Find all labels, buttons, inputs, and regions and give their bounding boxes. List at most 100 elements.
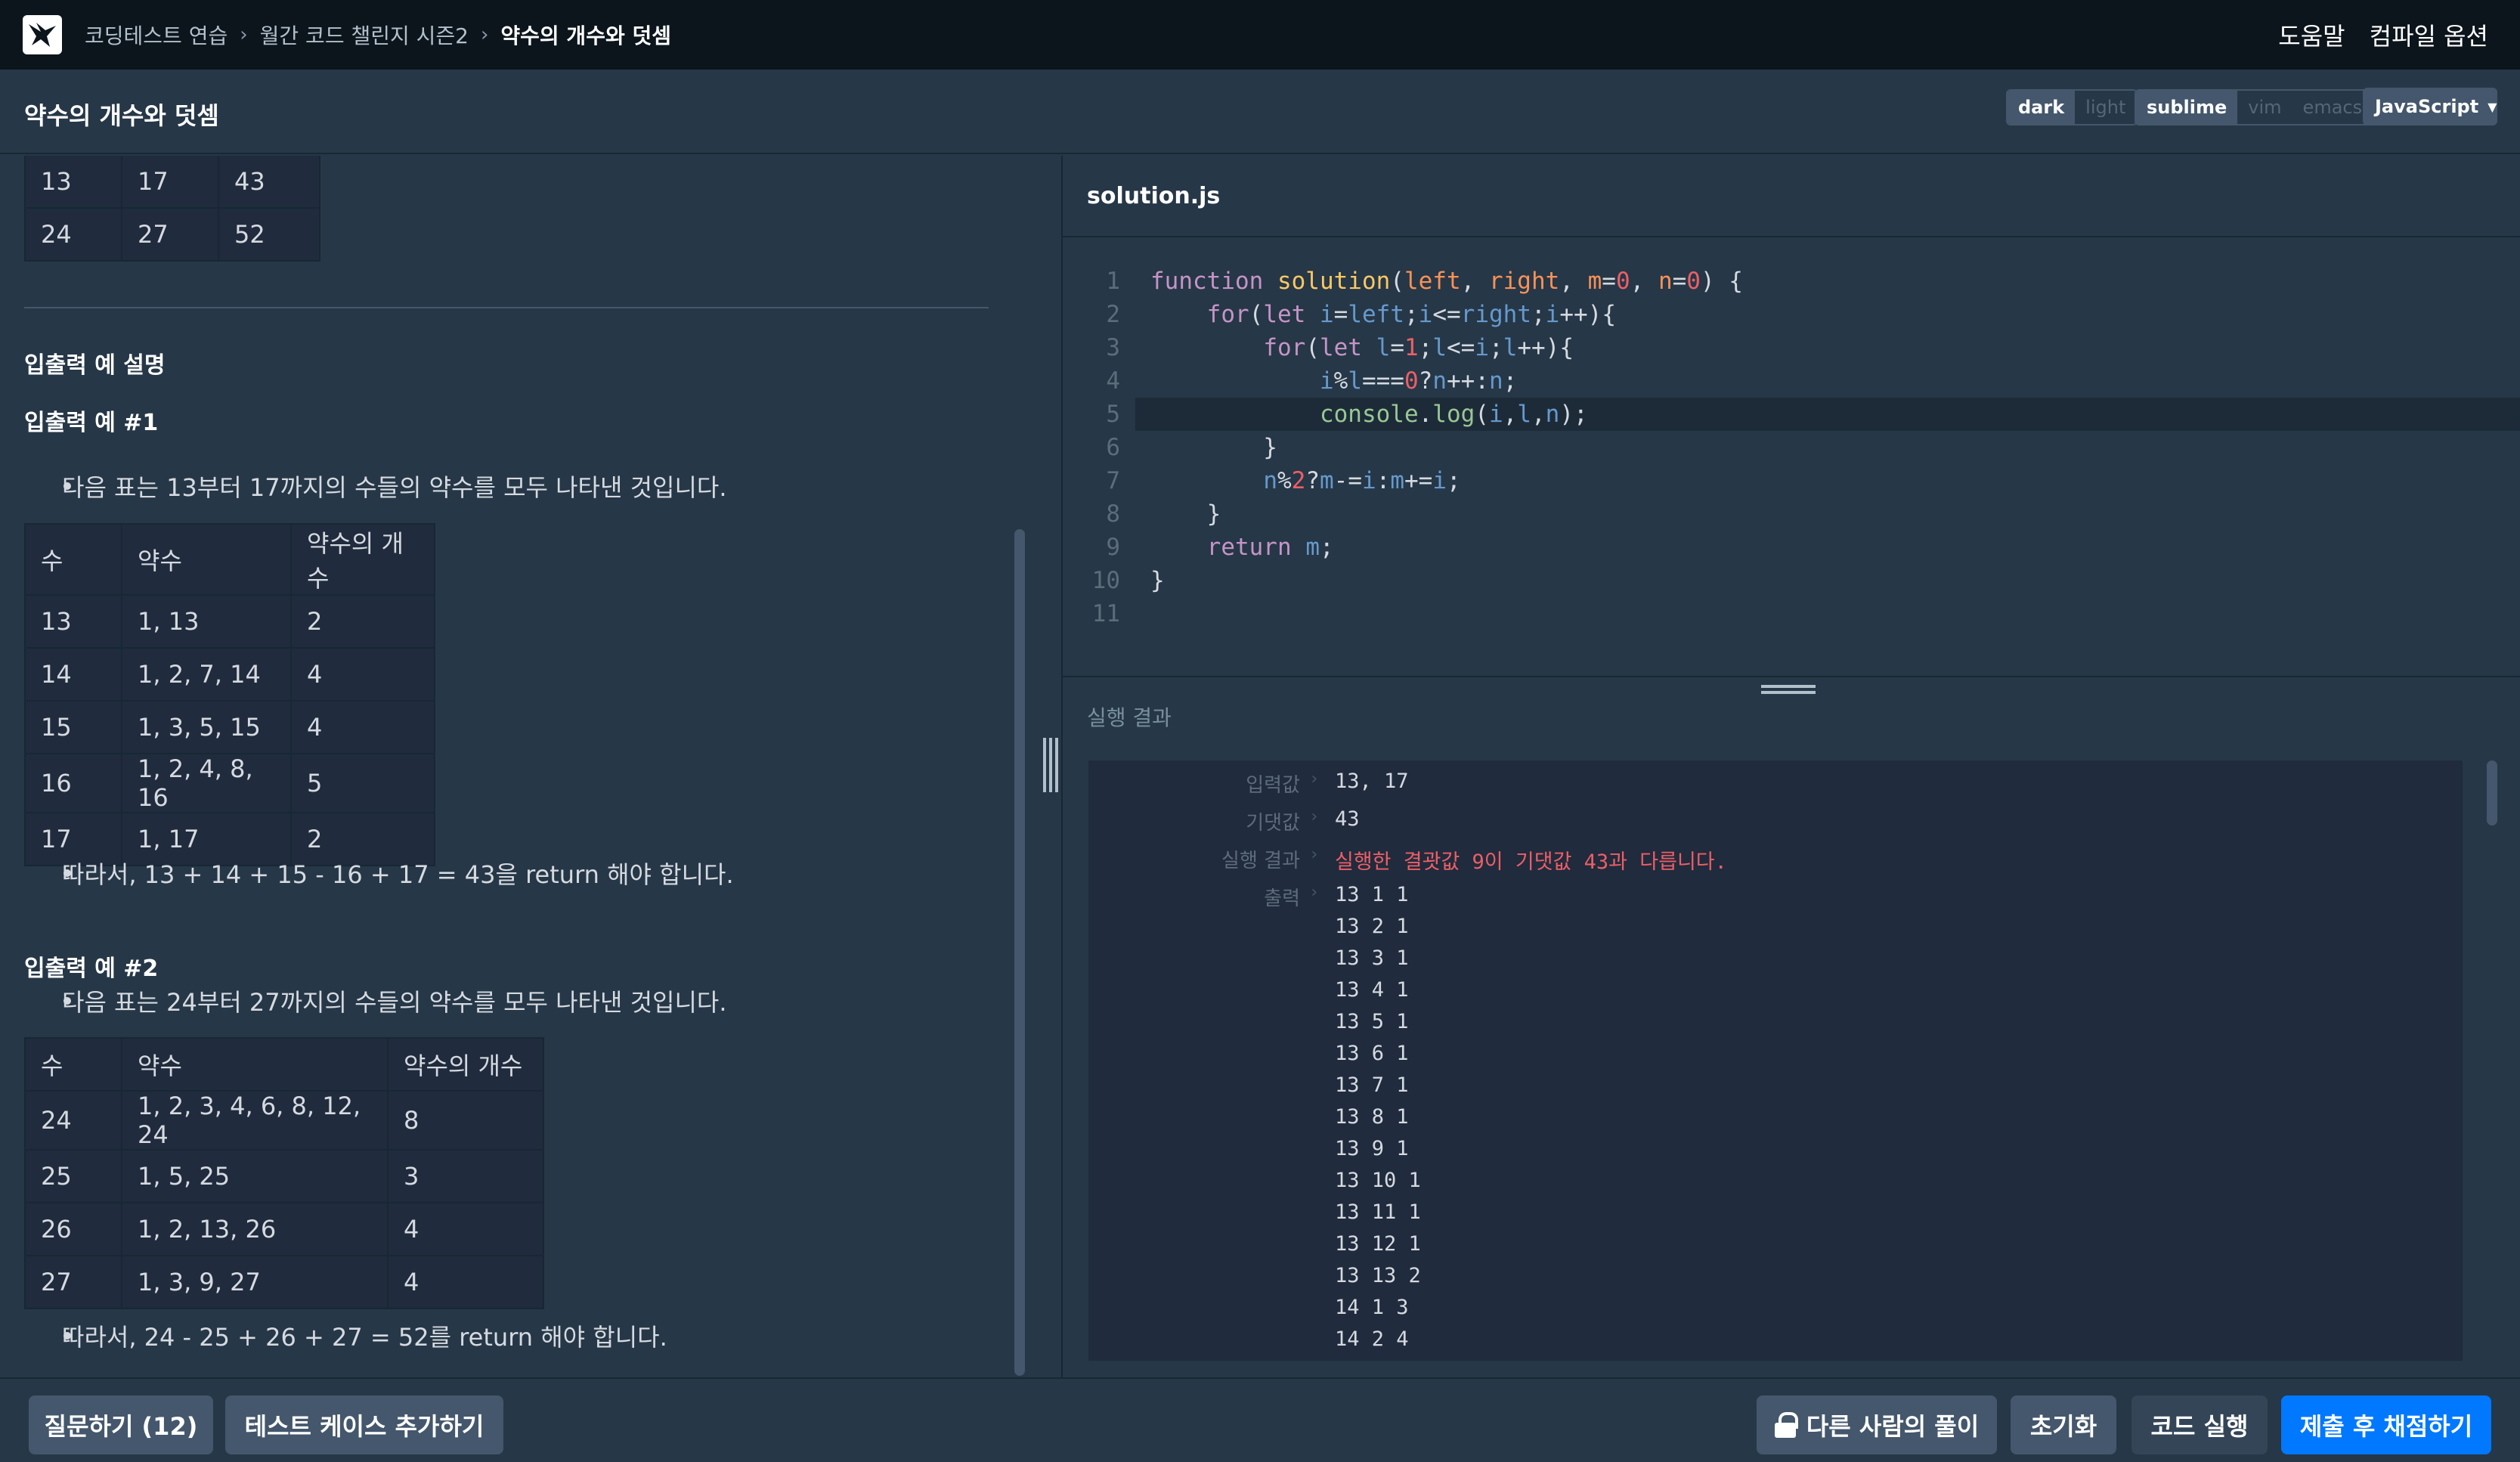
keymap-vim-option[interactable]: vim [2237, 91, 2292, 124]
section-divider [24, 307, 989, 308]
chevron-right-icon: › [1309, 883, 1320, 902]
chevron-right-icon: › [240, 23, 248, 46]
column-header: 약수의 개수 [290, 523, 435, 596]
theme-light-option[interactable]: light [2075, 91, 2137, 124]
filename-label: solution.js [1087, 183, 1221, 209]
example-2-intro: 다음 표는 24부터 27까지의 수들의 약수를 모두 나타낸 것입니다. [62, 988, 727, 1017]
output-line: 13 13 2 [1335, 1264, 1421, 1287]
help-link[interactable]: 도움말 [2278, 17, 2345, 52]
code-line: 9 return m; [1063, 531, 2520, 564]
example-1-heading: 입출력 예 #1 [24, 410, 159, 436]
column-header: 약수 [121, 1037, 389, 1092]
line-number: 7 [1106, 467, 1120, 494]
top-navbar: 코딩테스트 연습 › 월간 코드 챌린지 시즌2 › 약수의 개수와 덧셈 도움… [0, 0, 2520, 70]
table-cell: 2 [290, 594, 435, 649]
output-line: 13 9 1 [1335, 1137, 1409, 1160]
result-resize-handle[interactable] [1761, 685, 1816, 698]
keymap-emacs-option[interactable]: emacs [2292, 91, 2373, 124]
table-cell: 1, 2, 7, 14 [121, 647, 292, 702]
page-title: 약수의 개수와 덧셈 [24, 101, 219, 130]
breadcrumb-item-current: 약수의 개수와 덧셈 [500, 23, 671, 48]
table-row: 15 1, 3, 5, 15 4 [24, 700, 435, 754]
example-1-conclusion: 따라서, 13 + 14 + 15 - 16 + 17 = 43을 return… [62, 860, 734, 889]
execution-result-area: 실행 결과 입력값 › 13, 17 기댓값 › 43 실행 결과 › 실행한 … [1063, 676, 2520, 1377]
table-row: 13 1, 13 2 [24, 594, 435, 649]
line-number: 5 [1106, 401, 1120, 428]
code-line: 3 for(let l=1;l<=i;l++){ [1063, 331, 2520, 364]
line-number: 6 [1106, 434, 1120, 461]
output-line: 13 4 1 [1335, 978, 1409, 1002]
description-scrollbar[interactable] [1014, 529, 1025, 1376]
output-line: 13 3 1 [1335, 946, 1409, 970]
keymap-sublime-option[interactable]: sublime [2136, 91, 2238, 124]
submit-button[interactable]: 제출 후 채점하기 [2281, 1395, 2491, 1454]
example-2-conclusion: 따라서, 24 - 25 + 26 + 27 = 52를 return 해야 합… [62, 1323, 667, 1352]
run-code-button[interactable]: 코드 실행 [2131, 1395, 2268, 1454]
table-cell: 52 [218, 207, 320, 262]
output-line: 14 1 3 [1335, 1296, 1409, 1319]
divisor-table-1: 수 약수 약수의 개수 13 1, 13 2 14 1, 2, 7, 14 4 15 1,… [24, 523, 435, 866]
code-line-active: 5 console.log(i,l,n); [1106, 398, 2520, 431]
code-line: 10} [1063, 564, 2520, 597]
reset-button[interactable]: 초기화 [2011, 1395, 2116, 1454]
table-cell: 1, 13 [121, 594, 292, 649]
line-number: 4 [1106, 367, 1120, 395]
table-cell: 5 [290, 753, 435, 813]
section-heading: 입출력 예 설명 [24, 352, 166, 379]
question-button[interactable]: 질문하기 (12) [29, 1395, 213, 1454]
expected-value: 43 [1335, 807, 1360, 831]
table-cell: 17 [121, 156, 219, 209]
table-cell: 27 [24, 1255, 122, 1309]
example-1-intro: 다음 표는 13부터 17까지의 수들의 약수를 모두 나타낸 것입니다. [62, 473, 727, 502]
column-header: 약수 [121, 523, 292, 596]
result-scrollbar[interactable] [2487, 760, 2497, 825]
keymap-toggle: sublime vim emacs [2135, 89, 2375, 125]
panel-resize-handle[interactable] [1043, 738, 1058, 792]
caret-down-icon: ▼ [2487, 99, 2497, 114]
result-console: 입력값 › 13, 17 기댓값 › 43 실행 결과 › 실행한 결괏값 9이… [1088, 760, 2463, 1361]
theme-dark-option[interactable]: dark [2008, 91, 2076, 124]
output-line: 13 6 1 [1335, 1042, 1409, 1065]
editor-file-tab: solution.js [1063, 156, 2520, 237]
output-label: 출력 [1264, 887, 1300, 910]
output-line: 13 12 1 [1335, 1232, 1421, 1256]
language-select[interactable]: JavaScript ▼ [2363, 88, 2497, 125]
code-line: 1 function solution(left, right, m=0, n=0… [1063, 265, 2520, 298]
line-number: 8 [1106, 500, 1120, 528]
table-row: 14 1, 2, 7, 14 4 [24, 647, 435, 702]
breadcrumb: 코딩테스트 연습 › 월간 코드 챌린지 시즌2 › 약수의 개수와 덧셈 [85, 0, 671, 70]
programmers-logo-icon[interactable] [23, 15, 62, 54]
table-cell: 43 [218, 156, 320, 209]
code-line: 11 [1063, 597, 2520, 630]
breadcrumb-item-coding-test[interactable]: 코딩테스트 연습 [85, 20, 228, 50]
expected-label: 기댓값 [1246, 812, 1300, 835]
line-number: 9 [1106, 534, 1120, 561]
table-cell: 24 [24, 1090, 122, 1151]
table-cell: 4 [290, 647, 435, 702]
output-line: 13 7 1 [1335, 1073, 1409, 1097]
table-cell: 4 [387, 1202, 544, 1256]
others-solution-button[interactable]: 다른 사람의 풀이 [1757, 1395, 1997, 1454]
chevron-right-icon: › [481, 23, 489, 46]
table-cell: 1, 2, 3, 4, 6, 8, 12, 24 [121, 1090, 389, 1151]
output-line: 13 8 1 [1335, 1105, 1409, 1129]
table-cell: 1, 3, 9, 27 [121, 1255, 389, 1309]
add-testcase-button[interactable]: 테스트 케이스 추가하기 [225, 1395, 503, 1454]
line-number: 1 [1106, 268, 1120, 295]
column-header: 약수의 개수 [387, 1037, 544, 1092]
table-header-row: 수 약수 약수의 개수 [24, 523, 435, 596]
compile-options-link[interactable]: 컴파일 옵션 [2370, 17, 2488, 52]
output-line: 13 5 1 [1335, 1010, 1409, 1033]
table-cell: 1, 5, 25 [121, 1149, 389, 1203]
table-row: 24 1, 2, 3, 4, 6, 8, 12, 24 8 [24, 1090, 544, 1151]
chevron-right-icon: › [1309, 807, 1320, 826]
table-cell: 3 [387, 1149, 544, 1203]
code-editor[interactable]: 1 function solution(left, right, m=0, n=0… [1063, 239, 2520, 676]
table-cell: 13 [24, 594, 122, 649]
chevron-right-icon: › [1309, 770, 1320, 788]
output-line: 13 10 1 [1335, 1169, 1421, 1192]
table-cell: 25 [24, 1149, 122, 1203]
table-row: 16 1, 2, 4, 8, 16 5 [24, 753, 435, 813]
breadcrumb-item-challenge[interactable]: 월간 코드 챌린지 시즌2 [260, 20, 469, 50]
lock-icon [1774, 1412, 1798, 1438]
